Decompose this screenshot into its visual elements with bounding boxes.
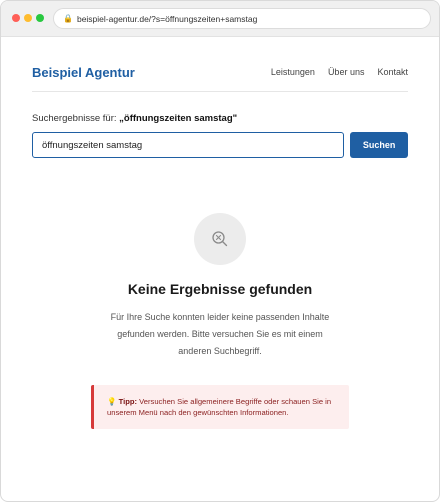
close-window-button[interactable] bbox=[12, 14, 20, 22]
tip-text: Versuchen Sie allgemeinere Begriffe oder… bbox=[107, 397, 332, 417]
page-content: Beispiel Agentur Leistungen Über uns Kon… bbox=[1, 37, 439, 429]
search-button[interactable]: Suchen bbox=[350, 132, 408, 158]
lock-icon: 🔒 bbox=[63, 14, 73, 23]
nav-link-ueber-uns[interactable]: Über uns bbox=[328, 67, 365, 77]
maximize-window-button[interactable] bbox=[36, 14, 44, 22]
results-query: „öffnungszeiten samstag" bbox=[119, 113, 238, 124]
site-header: Beispiel Agentur Leistungen Über uns Kon… bbox=[32, 37, 408, 92]
empty-state-text: Für Ihre Suche konnten leider keine pass… bbox=[110, 312, 330, 356]
lightbulb-icon: 💡 bbox=[107, 397, 117, 406]
browser-toolbar: 🔒 beispiel-agentur.de/?s=öffnungszeiten+… bbox=[1, 1, 439, 37]
address-bar[interactable]: 🔒 beispiel-agentur.de/?s=öffnungszeiten+… bbox=[53, 8, 431, 29]
nav-link-kontakt[interactable]: Kontakt bbox=[377, 67, 408, 77]
main-nav: Leistungen Über uns Kontakt bbox=[271, 67, 408, 77]
results-prefix: Suchergebnisse für: bbox=[32, 113, 117, 124]
search-x-icon bbox=[194, 213, 246, 265]
browser-window: 🔒 beispiel-agentur.de/?s=öffnungszeiten+… bbox=[0, 0, 440, 502]
tip-box: 💡 Tipp: Versuchen Sie allgemeinere Begri… bbox=[91, 385, 349, 429]
url-text: beispiel-agentur.de/?s=öffnungszeiten+sa… bbox=[76, 13, 258, 24]
search-results-heading: Suchergebnisse für: „öffnungszeiten sams… bbox=[32, 113, 408, 124]
brand-logo[interactable]: Beispiel Agentur bbox=[32, 65, 135, 80]
nav-link-leistungen[interactable]: Leistungen bbox=[271, 67, 315, 77]
empty-state-title: Keine Ergebnisse gefunden bbox=[127, 281, 313, 297]
minimize-window-button[interactable] bbox=[24, 14, 32, 22]
search-form: Suchen bbox=[32, 132, 408, 158]
search-input[interactable] bbox=[32, 132, 345, 158]
tip-label: Tipp: bbox=[118, 397, 138, 406]
empty-state: Keine Ergebnisse gefunden Für Ihre Suche… bbox=[32, 213, 408, 429]
